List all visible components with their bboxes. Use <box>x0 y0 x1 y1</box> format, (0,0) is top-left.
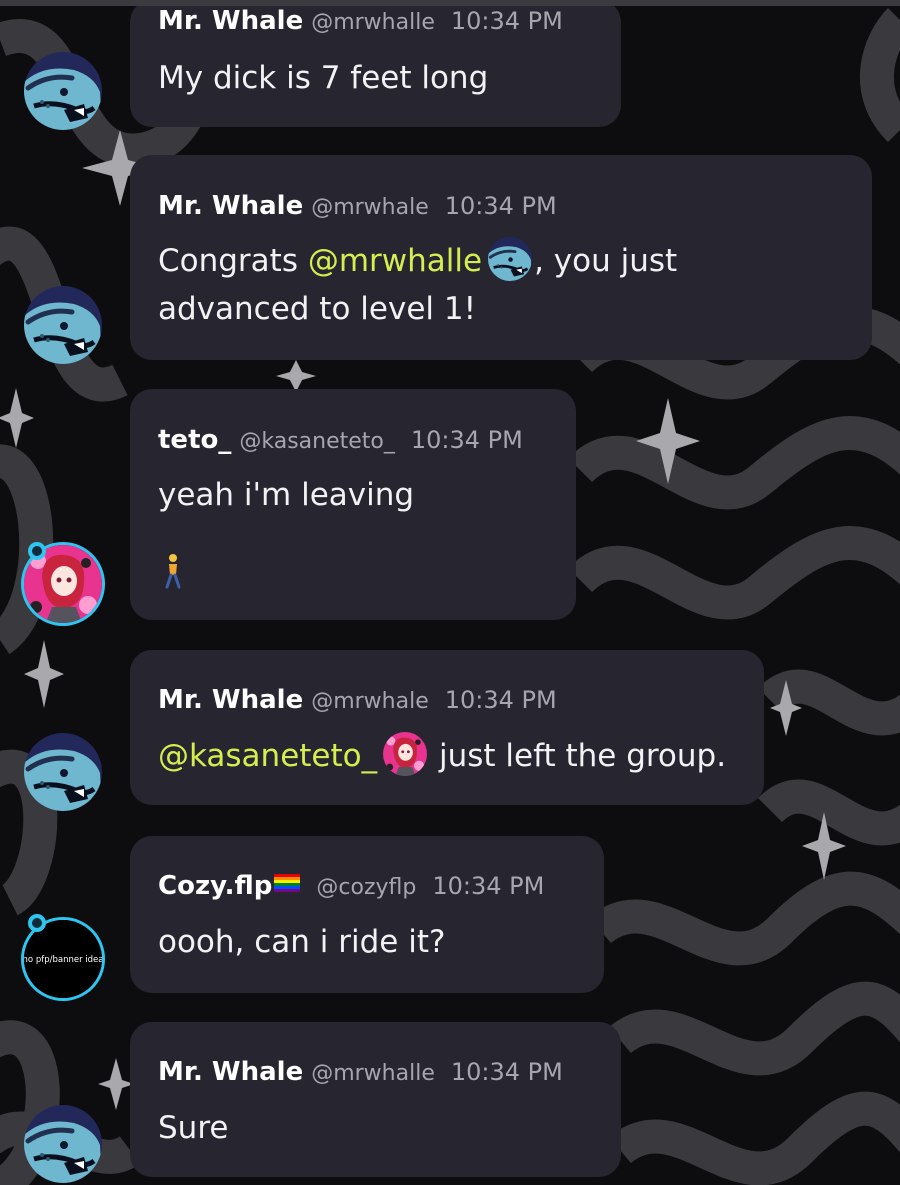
message-bubble[interactable]: Mr. Whale @mrwhale 10:34 PM @kasaneteto_ j… <box>130 650 764 805</box>
author-name[interactable]: Mr. Whale <box>158 685 303 715</box>
message-text: oooh, can i ride it? <box>158 924 446 960</box>
author-name[interactable]: Mr. Whale <box>158 191 303 221</box>
text-segment: just left the group. <box>429 738 727 774</box>
message-text: Sure <box>158 1110 229 1146</box>
message-bubble[interactable]: teto_ @kasaneteto_ 10:34 PM yeah i'm leavi… <box>130 389 576 620</box>
message-bubble[interactable]: Mr. Whale @mrwhalle 10:34 PM Sure <box>130 1022 621 1177</box>
message-meta: Mr. Whale @mrwhale 10:34 PM <box>158 193 557 219</box>
message-meta: Mr. Whale @mrwhalle 10:34 PM <box>158 8 563 34</box>
message-meta: teto_ @kasaneteto_ 10:34 PM <box>158 427 523 453</box>
message-meta: Cozy.flp @cozyflp 10:34 PM <box>158 873 544 899</box>
author-name[interactable]: teto_ <box>158 425 231 455</box>
timestamp: 10:34 PM <box>444 686 557 714</box>
timestamp: 10:34 PM <box>410 426 523 454</box>
avatar-frame-decoration-icon <box>28 914 46 932</box>
person-walking-icon <box>165 554 181 589</box>
author-handle[interactable]: @mrwhale <box>311 195 429 220</box>
text-segment: Congrats <box>158 243 308 279</box>
timestamp: 10:34 PM <box>444 192 557 220</box>
author-handle[interactable]: @mrwhale <box>311 689 429 714</box>
whale-avatar-icon <box>24 733 102 811</box>
author-handle[interactable]: @cozyflp <box>316 875 416 900</box>
author-name[interactable]: Mr. Whale <box>158 6 303 36</box>
text-segment: , you just <box>534 243 678 279</box>
timestamp: 10:34 PM <box>450 7 563 35</box>
message-bubble[interactable]: Mr. Whale @mrwhale 10:34 PM Congrats @mrwh… <box>130 155 872 360</box>
author-handle[interactable]: @mrwhalle <box>311 1061 435 1086</box>
message-meta: Mr. Whale @mrwhale 10:34 PM <box>158 687 557 713</box>
message-text: yeah i'm leaving <box>158 477 415 513</box>
avatar[interactable] <box>24 52 102 130</box>
top-edge <box>0 0 900 6</box>
timestamp: 10:34 PM <box>432 872 545 900</box>
author-name[interactable]: Mr. Whale <box>158 1057 303 1087</box>
whale-avatar-icon <box>24 286 102 364</box>
avatar[interactable] <box>24 733 102 811</box>
message-text-line: Congrats @mrwhalle , you just <box>158 237 677 285</box>
message-text-line: @kasaneteto_ just left the group. <box>158 732 726 780</box>
message-meta: Mr. Whale @mrwhalle 10:34 PM <box>158 1059 563 1085</box>
avatar[interactable] <box>24 286 102 364</box>
whale-avatar-icon <box>24 1105 102 1183</box>
author-handle[interactable]: @kasaneteto_ <box>239 429 395 454</box>
rainbow-flag-icon <box>274 874 301 892</box>
user-mention[interactable]: @mrwhalle <box>308 243 482 279</box>
message-bubble[interactable]: Cozy.flp @cozyflp 10:34 PM oooh, can i ri… <box>130 836 604 993</box>
avatar-frame-decoration-icon <box>28 542 46 560</box>
author-name[interactable]: Cozy.flp <box>158 871 272 901</box>
author-handle[interactable]: @mrwhalle <box>311 10 435 35</box>
message-bubble[interactable]: Mr. Whale @mrwhalle 10:34 PM My dick is 7 … <box>130 0 621 127</box>
user-mention[interactable]: @kasaneteto_ <box>158 738 377 774</box>
timestamp: 10:34 PM <box>450 1058 563 1086</box>
anime-girl-mention-avatar-icon <box>383 732 427 776</box>
avatar[interactable] <box>24 1105 102 1183</box>
avatar-caption: no pfp/banner idea <box>24 955 102 965</box>
whale-mention-avatar-icon <box>488 237 532 281</box>
whale-avatar-icon <box>24 52 102 130</box>
message-text: My dick is 7 feet long <box>158 60 489 96</box>
message-text-line: advanced to level 1! <box>158 291 477 327</box>
